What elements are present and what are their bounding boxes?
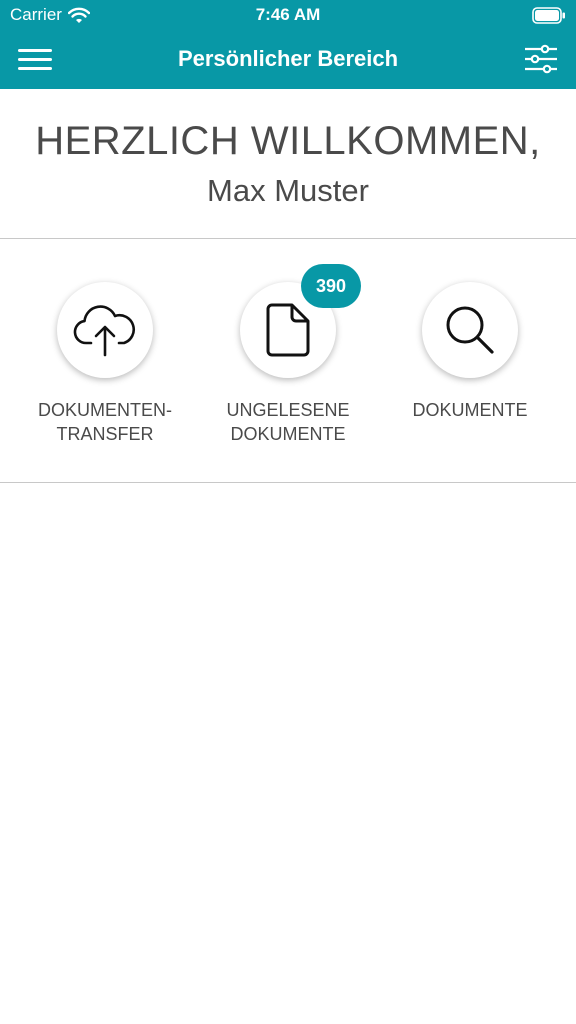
divider-bottom — [0, 482, 576, 483]
status-bar: Carrier 7:46 AM — [0, 0, 576, 30]
cloud-upload-icon — [73, 305, 136, 357]
welcome-heading: HERZLICH WILLKOMMEN, — [35, 119, 541, 163]
unread-documents-button[interactable]: UNGELESENE DOKUMENTE — [193, 282, 383, 446]
unread-count-badge: 390 — [301, 264, 361, 308]
documents-search-label: DOKUMENTE — [412, 400, 528, 420]
divider-top — [0, 238, 576, 239]
page-title: Persönlicher Bereich — [177, 46, 399, 71]
battery-icon — [532, 7, 565, 24]
document-transfer-button[interactable]: DOKUMENTEN- TRANSFER — [10, 282, 200, 446]
documents-search-button[interactable]: DOKUMENTE — [375, 282, 565, 422]
document-transfer-label: DOKUMENTEN- TRANSFER — [38, 400, 172, 444]
documents-search-circle[interactable] — [422, 282, 518, 378]
user-name: Max Muster — [207, 173, 369, 208]
unread-documents-label: UNGELESENE DOKUMENTE — [226, 400, 350, 444]
document-transfer-circle[interactable] — [57, 282, 153, 378]
document-icon — [266, 303, 310, 357]
sliders-icon[interactable] — [524, 44, 558, 74]
search-icon — [446, 306, 494, 354]
status-time: 7:46 AM — [255, 5, 321, 24]
navigation-bar: Persönlicher Bereich — [0, 30, 576, 89]
welcome-section: HERZLICH WILLKOMMEN, Max Muster — [0, 89, 576, 239]
